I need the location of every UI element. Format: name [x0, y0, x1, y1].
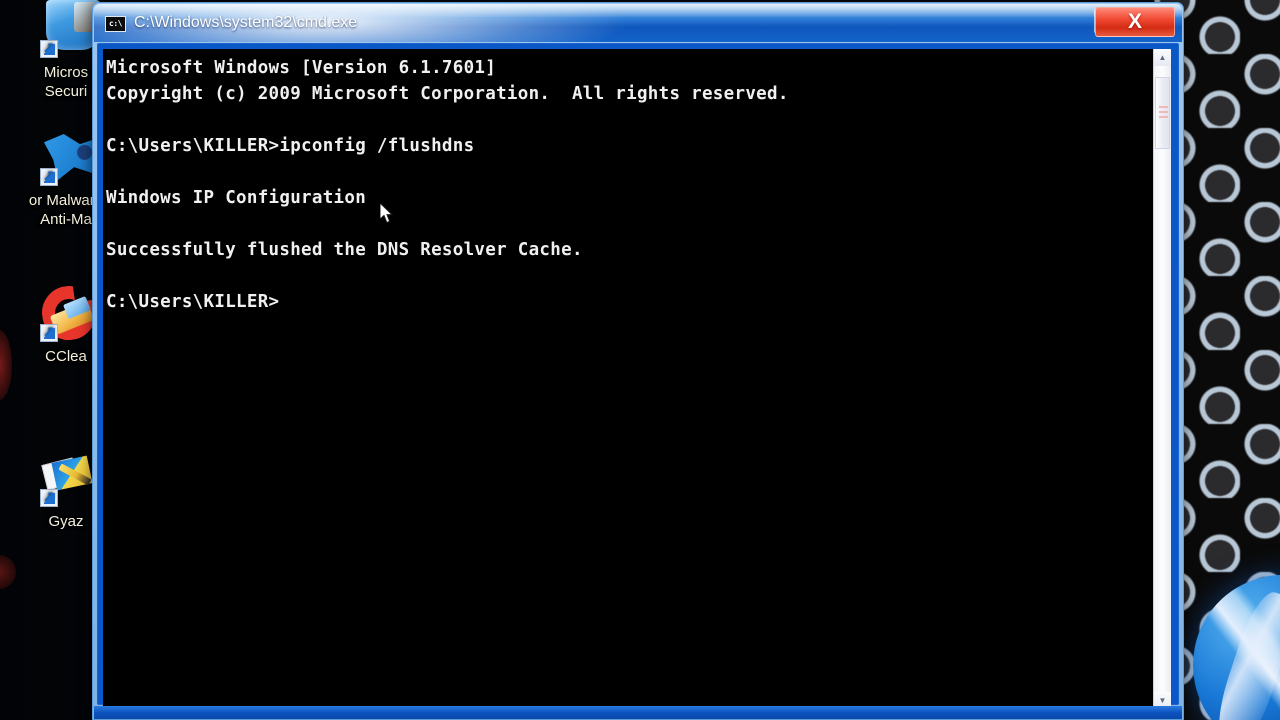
window-bottom-frame — [94, 706, 1182, 719]
shortcut-overlay-icon — [40, 38, 58, 58]
console-output-area[interactable]: Microsoft Windows [Version 6.1.7601] Cop… — [103, 49, 1153, 709]
window-title: C:\Windows\system32\cmd.exe — [134, 14, 358, 31]
gyazo-icon — [40, 455, 93, 507]
malwarebytes-icon — [40, 134, 102, 186]
window-titlebar[interactable]: c:\ C:\Windows\system32\cmd.exe — [94, 4, 1182, 42]
cmd-icon: c:\ — [105, 16, 126, 32]
scroll-up-icon[interactable]: ▲ — [1154, 49, 1171, 66]
desktop-screen: Micros Securi or Malware Anti-Ma CClea G… — [0, 0, 1280, 720]
scrollbar-thumb[interactable] — [1155, 77, 1170, 149]
console-text: Microsoft Windows [Version 6.1.7601] Cop… — [106, 58, 789, 312]
command-prompt-window: c:\ C:\Windows\system32\cmd.exe X Micros… — [92, 2, 1184, 720]
ccleaner-icon — [40, 290, 92, 342]
mouse-cursor — [380, 203, 394, 224]
shortcut-overlay-icon — [40, 487, 58, 507]
console-scrollbar[interactable]: ▲ ▼ — [1153, 49, 1171, 709]
shield-icon — [40, 0, 104, 58]
close-button[interactable]: X — [1095, 7, 1175, 37]
shortcut-overlay-icon — [40, 166, 58, 186]
scrollbar-thumb-grip — [1159, 106, 1168, 118]
shortcut-overlay-icon — [40, 322, 58, 342]
close-icon: X — [1127, 10, 1142, 33]
